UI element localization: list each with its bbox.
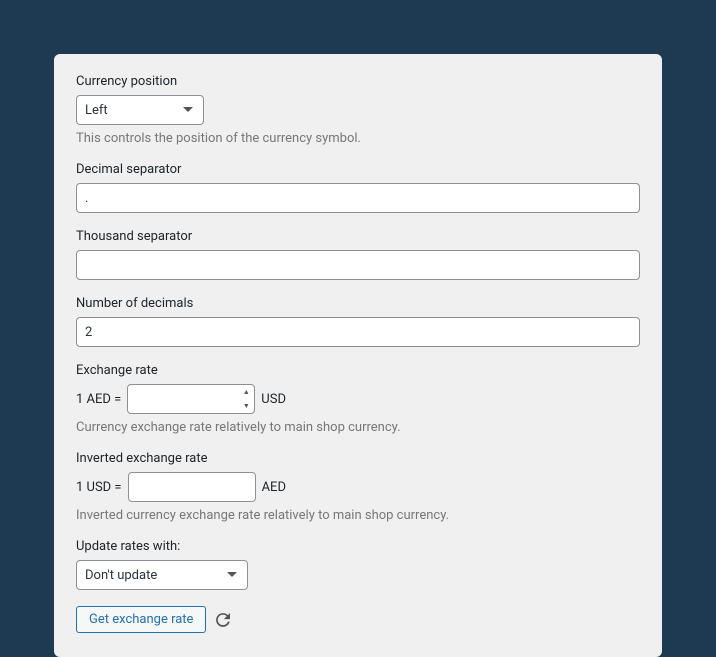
currency-position-select[interactable]: Left: [76, 95, 204, 125]
refresh-icon: [216, 613, 230, 627]
update-rates-label: Update rates with:: [76, 539, 640, 554]
thousand-separator-field: Thousand separator: [76, 229, 640, 280]
update-rates-field: Update rates with: Don't update: [76, 539, 640, 590]
get-exchange-rate-button[interactable]: Get exchange rate: [76, 606, 206, 633]
exchange-rate-input[interactable]: [127, 384, 255, 414]
number-of-decimals-input[interactable]: [76, 317, 640, 347]
inverted-exchange-rate-field: Inverted exchange rate 1 USD = AED Inver…: [76, 451, 640, 523]
number-of-decimals-label: Number of decimals: [76, 296, 640, 311]
exchange-rate-prefix: 1 AED =: [76, 392, 121, 407]
inverted-exchange-rate-suffix: AED: [262, 480, 286, 495]
inverted-exchange-rate-description: Inverted currency exchange rate relative…: [76, 508, 640, 523]
settings-panel: Currency position Left This controls the…: [54, 54, 662, 657]
decimal-separator-field: Decimal separator: [76, 162, 640, 213]
exchange-rate-spinner: ▲ ▼: [238, 385, 254, 413]
currency-position-label: Currency position: [76, 74, 640, 89]
update-rates-select[interactable]: Don't update: [76, 560, 248, 590]
spinner-up-button[interactable]: ▲: [238, 385, 254, 399]
exchange-rate-label: Exchange rate: [76, 363, 640, 378]
number-of-decimals-field: Number of decimals: [76, 296, 640, 347]
inverted-exchange-rate-prefix: 1 USD =: [76, 480, 122, 495]
inverted-exchange-rate-input[interactable]: [128, 472, 256, 502]
currency-position-field: Currency position Left This controls the…: [76, 74, 640, 146]
exchange-rate-field: Exchange rate 1 AED = ▲ ▼ USD Currency e…: [76, 363, 640, 435]
decimal-separator-input[interactable]: [76, 183, 640, 213]
decimal-separator-label: Decimal separator: [76, 162, 640, 177]
currency-position-description: This controls the position of the curren…: [76, 131, 640, 146]
thousand-separator-input[interactable]: [76, 250, 640, 280]
inverted-exchange-rate-label: Inverted exchange rate: [76, 451, 640, 466]
get-exchange-rate-row: Get exchange rate: [76, 606, 640, 633]
thousand-separator-label: Thousand separator: [76, 229, 640, 244]
exchange-rate-suffix: USD: [261, 392, 286, 407]
spinner-down-button[interactable]: ▼: [238, 399, 254, 413]
exchange-rate-description: Currency exchange rate relatively to mai…: [76, 420, 640, 435]
